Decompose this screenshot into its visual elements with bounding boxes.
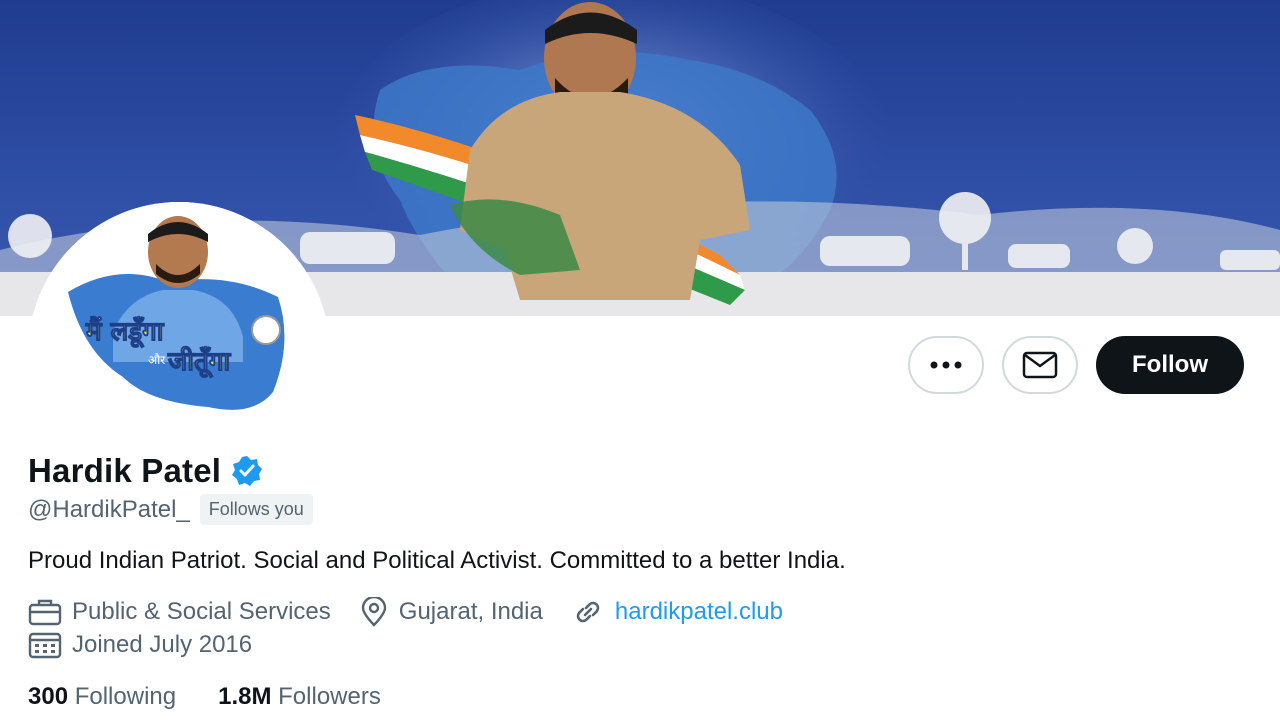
link-icon — [576, 601, 600, 623]
followers-label: Followers — [278, 683, 381, 710]
message-button[interactable] — [1002, 336, 1079, 394]
avatar-text-line3: जीतूँगा — [167, 346, 231, 378]
profile-category: Public & Social Services — [72, 598, 331, 625]
profile-bio: Proud Indian Patriot. Social and Politic… — [28, 547, 846, 574]
profile-joined: Joined July 2016 — [72, 631, 253, 658]
profile-stats: 300 Following 1.8M Followers — [28, 683, 1248, 711]
avatar-text-line2: और — [148, 353, 166, 367]
profile-info: Hardik Patel @HardikPatel_ Follows you P… — [28, 452, 1248, 711]
profile-handle: @HardikPatel_ — [28, 495, 190, 523]
location-item: Gujarat, India — [359, 597, 543, 627]
following-count: 300 — [28, 683, 69, 710]
profile-joined-row: Joined July 2016 — [28, 631, 1248, 659]
following-label: Following — [74, 683, 177, 710]
calendar-icon — [28, 632, 62, 659]
follow-button[interactable]: Follow — [1096, 336, 1244, 394]
category-item: Public & Social Services — [28, 598, 331, 626]
name-row: Hardik Patel — [28, 452, 1248, 490]
verified-badge-icon[interactable] — [231, 455, 263, 487]
joined-item: Joined July 2016 — [28, 631, 252, 659]
follows-you-badge: Follows you — [199, 494, 313, 525]
more-button[interactable] — [908, 336, 985, 394]
profile-name: Hardik Patel — [28, 452, 222, 489]
location-pin-icon — [361, 597, 386, 627]
profile-meta: Public & Social Services Gujarat, India … — [28, 597, 1248, 627]
avatar-text-line1: मैं लडूँगा — [85, 316, 165, 348]
envelope-icon — [1022, 351, 1058, 379]
following-stat[interactable]: 300 Following — [28, 683, 176, 711]
profile-website-link[interactable]: hardikpatel.club — [615, 598, 783, 626]
briefcase-icon — [28, 599, 62, 626]
followers-count: 1.8M — [218, 683, 272, 710]
profile-location: Gujarat, India — [398, 598, 543, 625]
profile-actions: Follow — [908, 336, 1244, 394]
website-item[interactable]: hardikpatel.club — [571, 597, 783, 627]
followers-stat[interactable]: 1.8M Followers — [218, 683, 381, 711]
more-horizontal-icon — [930, 361, 962, 369]
handle-row: @HardikPatel_ Follows you — [28, 494, 1248, 525]
